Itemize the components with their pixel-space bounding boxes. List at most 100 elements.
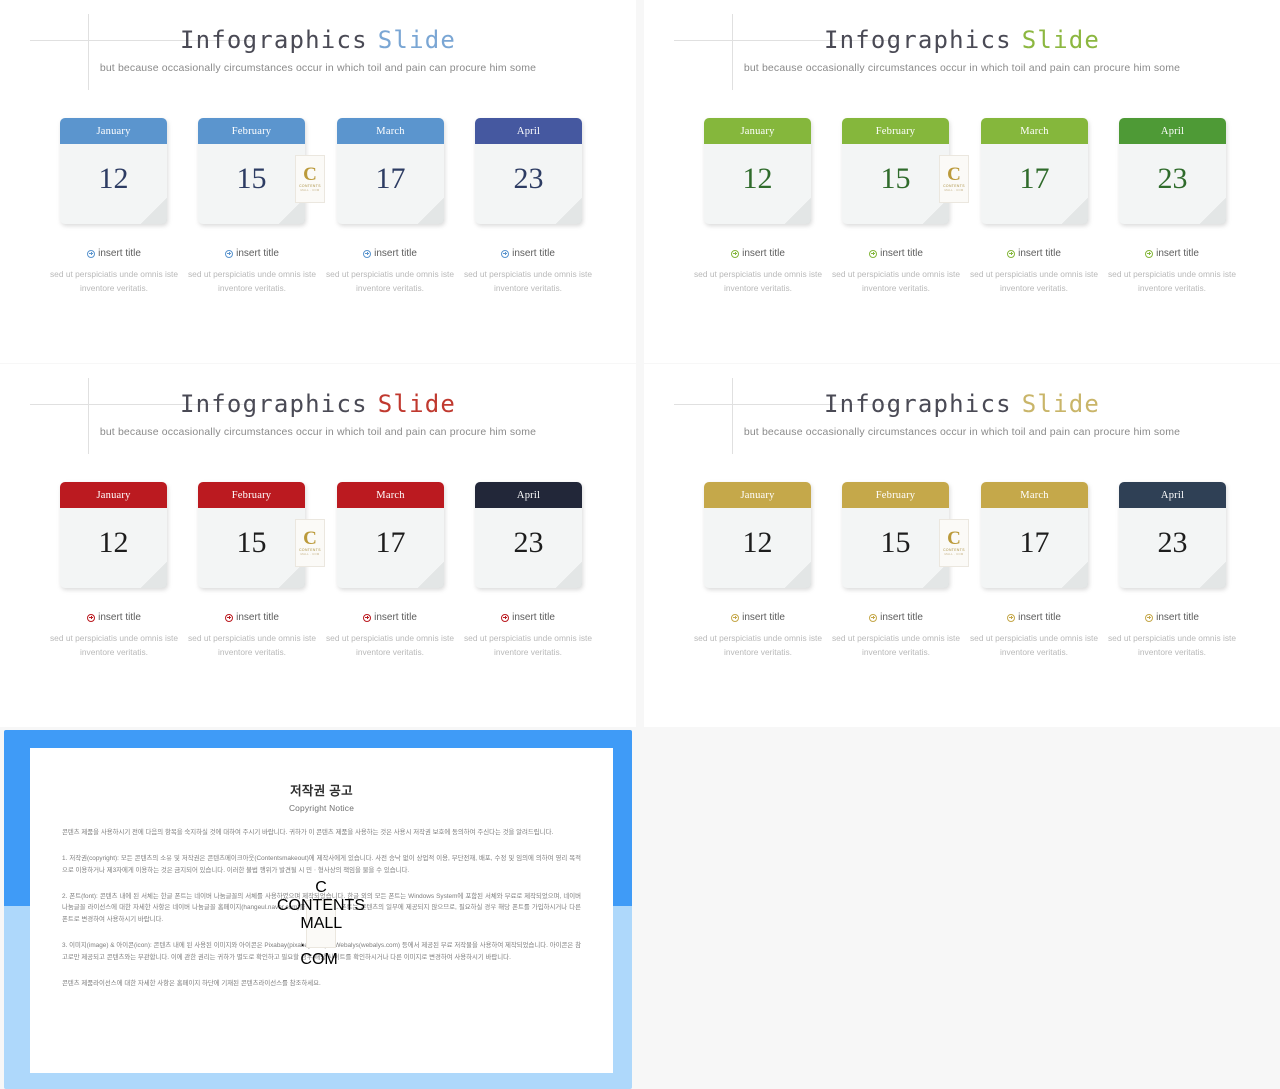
caption-block[interactable]: insert title sed ut perspiciatis unde om…	[831, 248, 961, 296]
caption-block[interactable]: insert title sed ut perspiciatis unde om…	[463, 612, 593, 660]
caption-block[interactable]: insert title sed ut perspiciatis unde om…	[463, 248, 593, 296]
calendar-card[interactable]: January 12	[704, 482, 811, 588]
slide-panel-blue[interactable]: Infographics Slide but because occasional…	[0, 0, 636, 363]
title-accent: Slide	[1021, 390, 1101, 418]
caption-body: sed ut perspiciatis unde omnis iste inve…	[325, 633, 455, 658]
slide-panel-gold[interactable]: Infographics Slide but because occasional…	[644, 364, 1280, 727]
slide-header: Infographics Slide but because occasional…	[0, 364, 636, 464]
caption-title: insert title	[512, 612, 555, 623]
caption-title-row: insert title	[831, 612, 961, 623]
plus-circle-icon	[225, 613, 234, 622]
title-accent: Slide	[377, 26, 457, 54]
calendar-card-day: 17	[1019, 526, 1050, 559]
caption-block[interactable]: insert title sed ut perspiciatis unde om…	[187, 612, 317, 660]
calendar-card[interactable]: April 23	[1119, 118, 1226, 224]
title-accent: Slide	[377, 390, 457, 418]
caption-body: sed ut perspiciatis unde omnis iste inve…	[969, 633, 1099, 658]
caption-block[interactable]: insert title sed ut perspiciatis unde om…	[325, 612, 455, 660]
caption-title: insert title	[512, 248, 555, 259]
calendar-card-row: January 12 February 15 March 17 April 23…	[52, 118, 586, 228]
caption-body: sed ut perspiciatis unde omnis iste inve…	[1107, 269, 1237, 294]
calendar-card[interactable]: April 23	[1119, 482, 1226, 588]
caption-block[interactable]: insert title sed ut perspiciatis unde om…	[49, 612, 179, 660]
caption-block[interactable]: insert title sed ut perspiciatis unde om…	[1107, 612, 1237, 660]
calendar-card[interactable]: March 17	[981, 482, 1088, 588]
plus-circle-icon	[869, 249, 878, 258]
page-fold-highlight-icon	[785, 562, 811, 588]
page-fold-highlight-icon	[141, 562, 167, 588]
copyright-heading-ko: 저작권 공고	[290, 784, 353, 798]
caption-title: insert title	[98, 612, 141, 623]
calendar-card-month: March	[337, 482, 444, 508]
calendar-card-day: 15	[236, 162, 267, 195]
caption-title-row: insert title	[49, 612, 179, 623]
calendar-card-month: April	[1119, 118, 1226, 144]
calendar-card-day: 15	[880, 526, 911, 559]
watermark-letter-icon: C	[303, 528, 317, 549]
calendar-card-month: April	[475, 482, 582, 508]
calendar-card-month: February	[198, 118, 305, 144]
calendar-card-body: 12	[60, 144, 167, 224]
plus-circle-icon	[1007, 613, 1016, 622]
calendar-card[interactable]: February 15	[198, 482, 305, 588]
caption-title-row: insert title	[1107, 248, 1237, 259]
caption-block[interactable]: insert title sed ut perspiciatis unde om…	[693, 248, 823, 296]
caption-body: sed ut perspiciatis unde omnis iste inve…	[463, 633, 593, 658]
calendar-card-body: 23	[1119, 144, 1226, 224]
contents-watermark-badge: C CONTENTS MALL . COM	[295, 155, 325, 203]
calendar-card[interactable]: January 12	[704, 118, 811, 224]
caption-block[interactable]: insert title sed ut perspiciatis unde om…	[969, 248, 1099, 296]
plus-circle-icon	[363, 249, 372, 258]
calendar-card[interactable]: March 17	[981, 118, 1088, 224]
plus-circle-icon	[1145, 613, 1154, 622]
caption-block[interactable]: insert title sed ut perspiciatis unde om…	[49, 248, 179, 296]
watermark-line2: MALL . COM	[300, 915, 342, 968]
title-accent: Slide	[1021, 26, 1101, 54]
caption-block[interactable]: insert title sed ut perspiciatis unde om…	[187, 248, 317, 296]
slide-panel-red[interactable]: Infographics Slide but because occasional…	[0, 364, 636, 727]
calendar-card[interactable]: February 15	[198, 118, 305, 224]
calendar-card-body: 15	[842, 144, 949, 224]
watermark-letter-icon: C	[947, 528, 961, 549]
calendar-card-day: 12	[98, 526, 129, 559]
caption-block[interactable]: insert title sed ut perspiciatis unde om…	[1107, 248, 1237, 296]
calendar-card[interactable]: January 12	[60, 482, 167, 588]
copyright-heading-en: Copyright Notice	[288, 803, 355, 813]
title-primary: Infographics	[179, 390, 368, 418]
copyright-notice-panel[interactable]: 저작권 공고 Copyright Notice 콘텐츠 제품을 사용하시기 전에…	[0, 730, 636, 1089]
page-fold-highlight-icon	[1200, 198, 1226, 224]
slide-panel-green[interactable]: Infographics Slide but because occasional…	[644, 0, 1280, 363]
calendar-card-row: January 12 February 15 March 17 April 23…	[696, 482, 1230, 592]
watermark-line1: CONTENTS	[277, 897, 365, 914]
slide-title: Infographics Slide	[0, 390, 636, 418]
caption-block[interactable]: insert title sed ut perspiciatis unde om…	[969, 612, 1099, 660]
caption-body: sed ut perspiciatis unde omnis iste inve…	[187, 633, 317, 658]
page-fold-highlight-icon	[418, 198, 444, 224]
calendar-card-day: 23	[1157, 162, 1188, 195]
caption-block[interactable]: insert title sed ut perspiciatis unde om…	[693, 612, 823, 660]
calendar-card-row: January 12 February 15 March 17 April 23…	[52, 482, 586, 592]
calendar-card[interactable]: February 15	[842, 482, 949, 588]
calendar-card[interactable]: April 23	[475, 118, 582, 224]
calendar-card-month: February	[198, 482, 305, 508]
caption-title: insert title	[374, 248, 417, 259]
calendar-card-day: 12	[742, 526, 773, 559]
contents-watermark-badge: C CONTENTS MALL . COM	[277, 879, 365, 968]
caption-block[interactable]: insert title sed ut perspiciatis unde om…	[325, 248, 455, 296]
contents-watermark-badge: C CONTENTS MALL . COM	[939, 519, 969, 567]
calendar-card[interactable]: March 17	[337, 482, 444, 588]
calendar-card[interactable]: February 15	[842, 118, 949, 224]
calendar-card[interactable]: March 17	[337, 118, 444, 224]
caption-body: sed ut perspiciatis unde omnis iste inve…	[49, 269, 179, 294]
caption-body: sed ut perspiciatis unde omnis iste inve…	[325, 269, 455, 294]
calendar-card-month: March	[337, 118, 444, 144]
caption-body: sed ut perspiciatis unde omnis iste inve…	[693, 633, 823, 658]
calendar-card-row: January 12 February 15 March 17 April 23…	[696, 118, 1230, 228]
calendar-card-body: 12	[704, 508, 811, 588]
calendar-card[interactable]: April 23	[475, 482, 582, 588]
calendar-card[interactable]: January 12	[60, 118, 167, 224]
copyright-paragraph: 1. 저작권(copyright): 모든 콘텐츠의 소유 및 저작권은 콘텐츠…	[62, 854, 581, 874]
caption-block[interactable]: insert title sed ut perspiciatis unde om…	[831, 612, 961, 660]
plus-circle-icon	[501, 249, 510, 258]
page-fold-highlight-icon	[556, 198, 582, 224]
